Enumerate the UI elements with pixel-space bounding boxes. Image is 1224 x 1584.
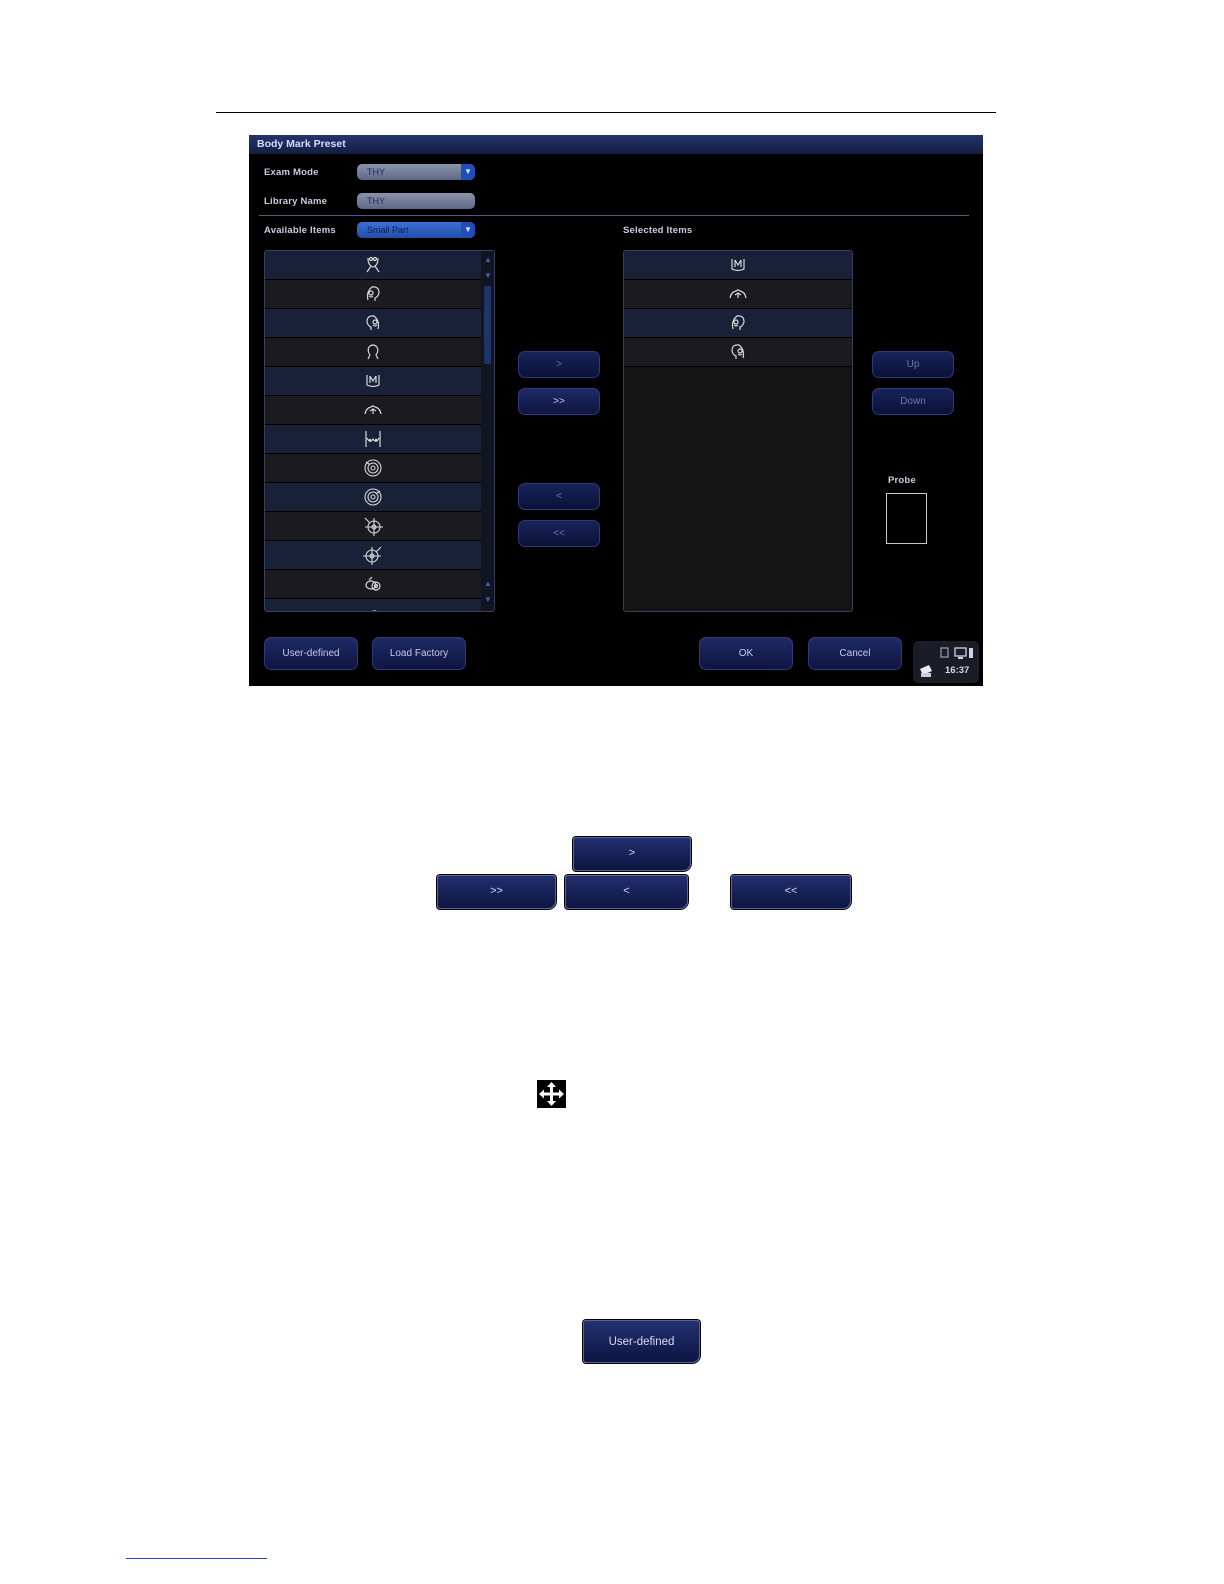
selected-items-list[interactable] bbox=[623, 250, 853, 612]
exam-mode-select[interactable]: THY ▼ bbox=[357, 164, 475, 180]
list-item[interactable] bbox=[265, 454, 481, 483]
breast-quadrant-right-icon bbox=[364, 517, 383, 536]
list-item[interactable] bbox=[265, 541, 481, 570]
available-items-label: Available Items bbox=[264, 225, 336, 236]
scroll-down-icon[interactable]: ▼ bbox=[483, 595, 493, 605]
available-items-value: Small Part bbox=[367, 225, 409, 235]
system-tray: 16:37 bbox=[913, 641, 979, 683]
list-item[interactable] bbox=[624, 280, 852, 309]
status-icons bbox=[940, 647, 973, 659]
breast-quadrant-left-icon bbox=[363, 546, 382, 565]
library-name-label: Library Name bbox=[264, 196, 328, 207]
library-name-value: THY bbox=[367, 196, 385, 206]
head-side-left-icon bbox=[731, 344, 745, 359]
list-item[interactable] bbox=[265, 483, 481, 512]
add-button[interactable]: > bbox=[518, 351, 600, 378]
list-item[interactable] bbox=[624, 338, 852, 367]
breasts-icon bbox=[365, 431, 381, 447]
breast-target-left-icon bbox=[364, 488, 382, 506]
list-item[interactable] bbox=[265, 309, 481, 338]
list-item[interactable] bbox=[265, 280, 481, 309]
breast-target-right-icon bbox=[364, 459, 382, 477]
body-mark-preset-dialog: Body Mark Preset Exam Mode THY ▼ Library… bbox=[249, 135, 983, 686]
list-item[interactable] bbox=[265, 599, 481, 611]
head-side-right-icon bbox=[366, 286, 380, 301]
move-arrows-icon bbox=[537, 1080, 566, 1108]
testis-side-icon bbox=[371, 610, 377, 611]
chevron-down-icon[interactable]: ▼ bbox=[461, 222, 475, 238]
shoulders-icon bbox=[364, 405, 382, 415]
list-item[interactable] bbox=[265, 512, 481, 541]
list-item[interactable] bbox=[265, 570, 481, 599]
remove-all-button-illustration[interactable]: << bbox=[731, 875, 851, 909]
add-button-illustration[interactable]: > bbox=[573, 837, 691, 871]
shoulders-icon bbox=[729, 289, 747, 299]
probe-label: Probe bbox=[888, 475, 916, 486]
footnote-rule bbox=[126, 1558, 267, 1559]
available-list-scrollbar[interactable]: ▲ ▼ ▲ ▼ bbox=[482, 251, 493, 611]
scroll-up-icon[interactable]: ▲ bbox=[483, 579, 493, 589]
scroll-thumb[interactable] bbox=[484, 286, 491, 364]
head-outline-icon bbox=[367, 344, 379, 360]
available-items-select[interactable]: Small Part ▼ bbox=[357, 222, 475, 238]
chevron-down-icon[interactable]: ▼ bbox=[461, 164, 475, 180]
ok-button[interactable]: OK bbox=[699, 637, 793, 670]
head-side-right-icon bbox=[731, 315, 745, 330]
printer-icon bbox=[920, 665, 932, 677]
thyroid-icon bbox=[366, 375, 380, 388]
list-item[interactable] bbox=[265, 251, 481, 280]
list-item[interactable] bbox=[624, 251, 852, 280]
dialog-title: Body Mark Preset bbox=[249, 135, 983, 154]
cancel-button[interactable]: Cancel bbox=[808, 637, 902, 670]
add-all-button-illustration[interactable]: >> bbox=[437, 875, 556, 909]
remove-button[interactable]: < bbox=[518, 483, 600, 510]
add-all-button[interactable]: >> bbox=[518, 388, 600, 415]
down-button[interactable]: Down bbox=[872, 388, 954, 415]
page-top-rule bbox=[216, 112, 996, 113]
testis-icon bbox=[365, 576, 381, 591]
list-item[interactable] bbox=[265, 367, 481, 396]
exam-mode-value: THY bbox=[367, 167, 385, 177]
user-defined-button[interactable]: User-defined bbox=[264, 637, 358, 670]
load-factory-button[interactable]: Load Factory bbox=[372, 637, 466, 670]
head-side-left-icon bbox=[366, 315, 380, 330]
selected-items-label: Selected Items bbox=[623, 225, 693, 236]
library-name-field[interactable]: THY bbox=[357, 193, 475, 209]
user-defined-button-illustration[interactable]: User-defined bbox=[583, 1320, 700, 1363]
thyroid-icon bbox=[731, 259, 745, 272]
divider bbox=[259, 215, 969, 216]
up-button[interactable]: Up bbox=[872, 351, 954, 378]
available-items-list[interactable]: ▲ ▼ ▲ ▼ bbox=[264, 250, 495, 612]
list-item[interactable] bbox=[265, 425, 481, 454]
list-item[interactable] bbox=[265, 396, 481, 425]
neck-front-icon bbox=[366, 256, 380, 273]
remove-all-button[interactable]: << bbox=[518, 520, 600, 547]
clock: 16:37 bbox=[945, 665, 970, 676]
exam-mode-label: Exam Mode bbox=[264, 167, 319, 178]
remove-button-illustration[interactable]: < bbox=[565, 875, 688, 909]
scroll-down-icon[interactable]: ▼ bbox=[483, 271, 493, 281]
scroll-up-icon[interactable]: ▲ bbox=[483, 255, 493, 265]
list-item[interactable] bbox=[265, 338, 481, 367]
probe-preview bbox=[886, 493, 927, 544]
list-item[interactable] bbox=[624, 309, 852, 338]
